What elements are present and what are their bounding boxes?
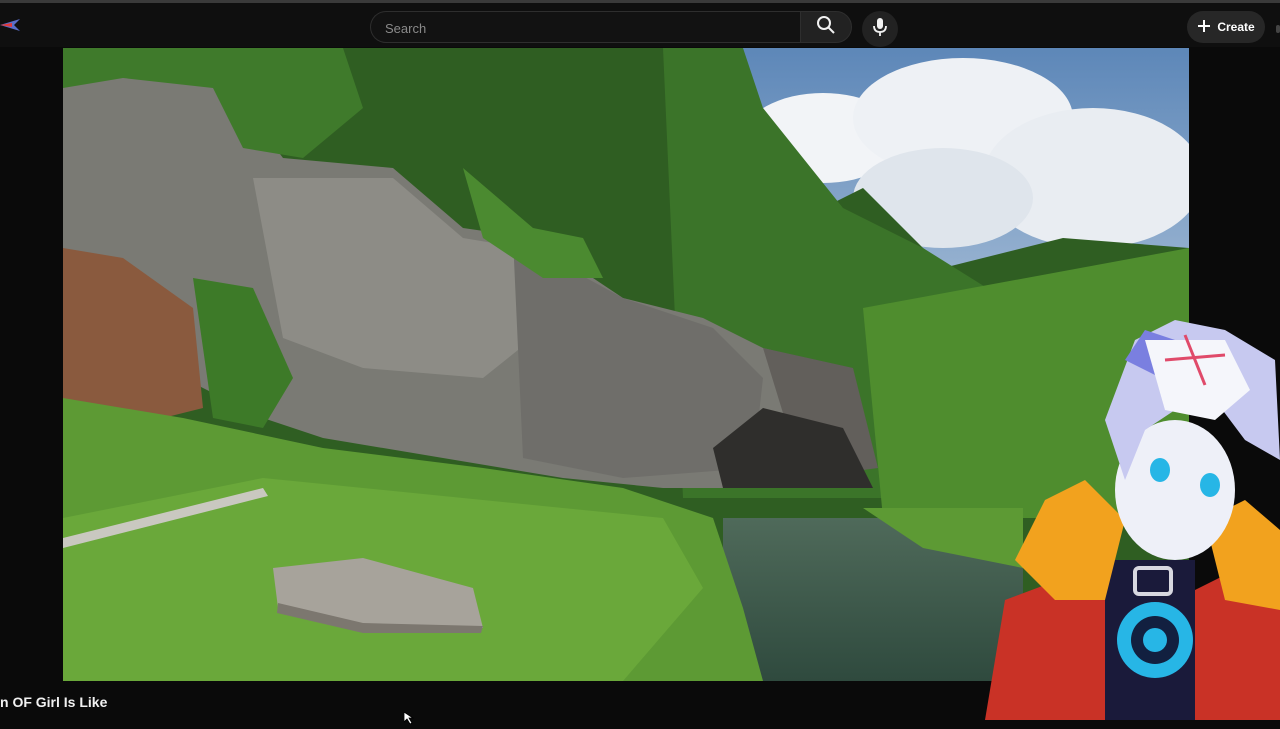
- app-logo-icon[interactable]: [0, 17, 22, 33]
- overflow-edge: [1276, 25, 1280, 33]
- search-field[interactable]: [370, 11, 800, 44]
- search-input[interactable]: [383, 12, 787, 44]
- create-button[interactable]: Create: [1187, 11, 1265, 43]
- search-button[interactable]: [800, 11, 852, 43]
- search-icon: [816, 15, 836, 40]
- top-bar: Create: [0, 3, 1280, 47]
- video-title-area: n OF Girl Is Like: [0, 690, 600, 720]
- mic-icon: [872, 17, 888, 42]
- plus-icon: [1197, 19, 1211, 36]
- mouse-cursor-icon: [403, 711, 415, 725]
- voice-search-button[interactable]: [862, 11, 898, 47]
- video-title[interactable]: n OF Girl Is Like: [0, 694, 107, 710]
- vtuber-avatar-overlay: [975, 300, 1280, 720]
- create-label: Create: [1217, 20, 1255, 34]
